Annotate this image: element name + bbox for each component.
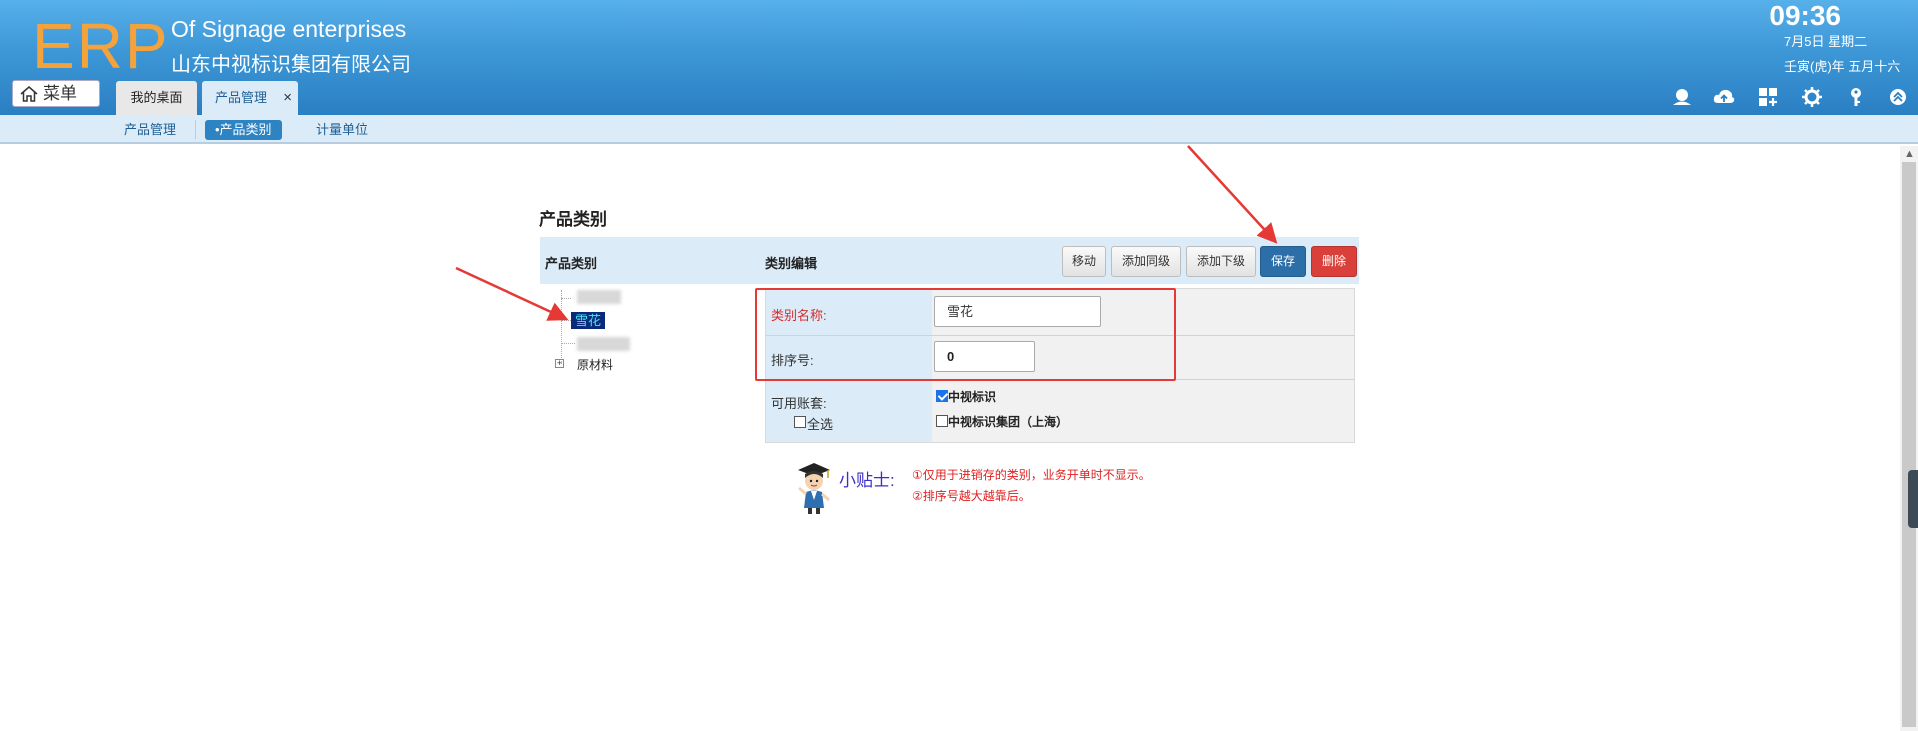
key-icon[interactable] <box>1845 86 1867 108</box>
tab-label: 产品管理 <box>215 90 268 105</box>
tab-my-desktop[interactable]: 我的桌面 <box>116 81 197 115</box>
home-icon <box>20 86 38 102</box>
edit-header-label: 类别编辑 <box>765 256 818 271</box>
tip-line: ①仅用于进销存的类别，业务开单时不显示。 <box>912 468 1151 482</box>
user-icon[interactable] <box>1671 86 1693 108</box>
add-child-button[interactable]: 添加下级 <box>1186 246 1256 277</box>
available-accounts-label: 可用账套: <box>771 396 827 411</box>
category-panel-header: 产品类别 类别编辑 移动 添加同级 添加下级 保存 删除 <box>540 237 1359 284</box>
select-all-checkbox[interactable] <box>794 416 806 428</box>
tree-connector <box>561 343 575 344</box>
scroll-thumb[interactable] <box>1902 162 1916 727</box>
tab-product-management[interactable]: 产品管理 × <box>202 81 298 115</box>
close-icon[interactable]: × <box>283 81 292 115</box>
tab-label: 我的桌面 <box>130 90 183 105</box>
menu-button[interactable]: 菜单 <box>12 80 100 107</box>
select-all-label[interactable]: 全选 <box>807 414 833 433</box>
app-header: ERP Of Signage enterprises 山东中视标识集团有限公司 … <box>0 0 1918 115</box>
scroll-up-arrow-icon[interactable]: ▲ <box>1904 148 1915 160</box>
apps-icon[interactable] <box>1757 86 1779 108</box>
menu-label: 菜单 <box>43 84 77 103</box>
lunar-date-text: 壬寅(虎)年 五月十六 <box>1784 59 1901 74</box>
erp-logo: ERP <box>32 10 170 82</box>
subnav-product-management[interactable]: 产品管理 <box>124 120 176 140</box>
save-button[interactable]: 保存 <box>1260 246 1306 277</box>
tree-node-selected[interactable]: 雪花 <box>571 312 606 329</box>
tree-node-blurred[interactable] <box>577 337 630 351</box>
delete-button[interactable]: 删除 <box>1311 246 1357 277</box>
vertical-scrollbar[interactable]: ▲ <box>1900 146 1918 731</box>
cloud-upload-icon[interactable] <box>1713 86 1735 108</box>
subnav-measurement-unit[interactable]: 计量单位 <box>316 120 368 140</box>
company-name-cn: 山东中视标识集团有限公司 <box>171 54 411 76</box>
tree-connector <box>561 298 571 299</box>
annotation-highlight-box <box>755 288 1176 381</box>
tree-header-label: 产品类别 <box>545 256 598 271</box>
gear-icon[interactable] <box>1801 86 1823 108</box>
subnav-divider <box>195 120 196 139</box>
account-label[interactable]: 中视标识集团（上海） <box>948 413 1068 430</box>
account-label[interactable]: 中视标识 <box>948 388 996 405</box>
company-name-en: Of Signage enterprises <box>171 16 407 42</box>
tree-connector <box>561 290 562 364</box>
subnav-product-category[interactable]: •产品类别 <box>205 120 282 140</box>
collapse-up-icon[interactable] <box>1887 86 1909 108</box>
add-sibling-button[interactable]: 添加同级 <box>1111 246 1181 277</box>
tree-connector <box>561 320 571 321</box>
account-checkbox-zhongshi-shanghai[interactable] <box>936 415 948 427</box>
tree-expand-icon[interactable]: + <box>555 359 564 368</box>
sub-navigation: 产品管理 •产品类别 计量单位 <box>0 115 1918 144</box>
clock-time: 09:36 <box>1769 0 1841 31</box>
tips-mascot-icon <box>798 463 830 514</box>
date-text: 7月5日 星期二 <box>1784 34 1868 49</box>
tree-node-raw-material[interactable]: 原材料 <box>577 356 613 373</box>
tips-title: 小贴士: <box>839 471 895 490</box>
side-panel-handle[interactable] <box>1908 470 1918 528</box>
page-title: 产品类别 <box>539 210 607 229</box>
tip-line: ②排序号越大越靠后。 <box>912 489 1031 503</box>
move-button[interactable]: 移动 <box>1062 246 1106 277</box>
arrow-to-save-button <box>1187 145 1278 244</box>
account-checkbox-zhongshi[interactable] <box>936 390 948 402</box>
tree-node-blurred[interactable] <box>577 290 621 304</box>
